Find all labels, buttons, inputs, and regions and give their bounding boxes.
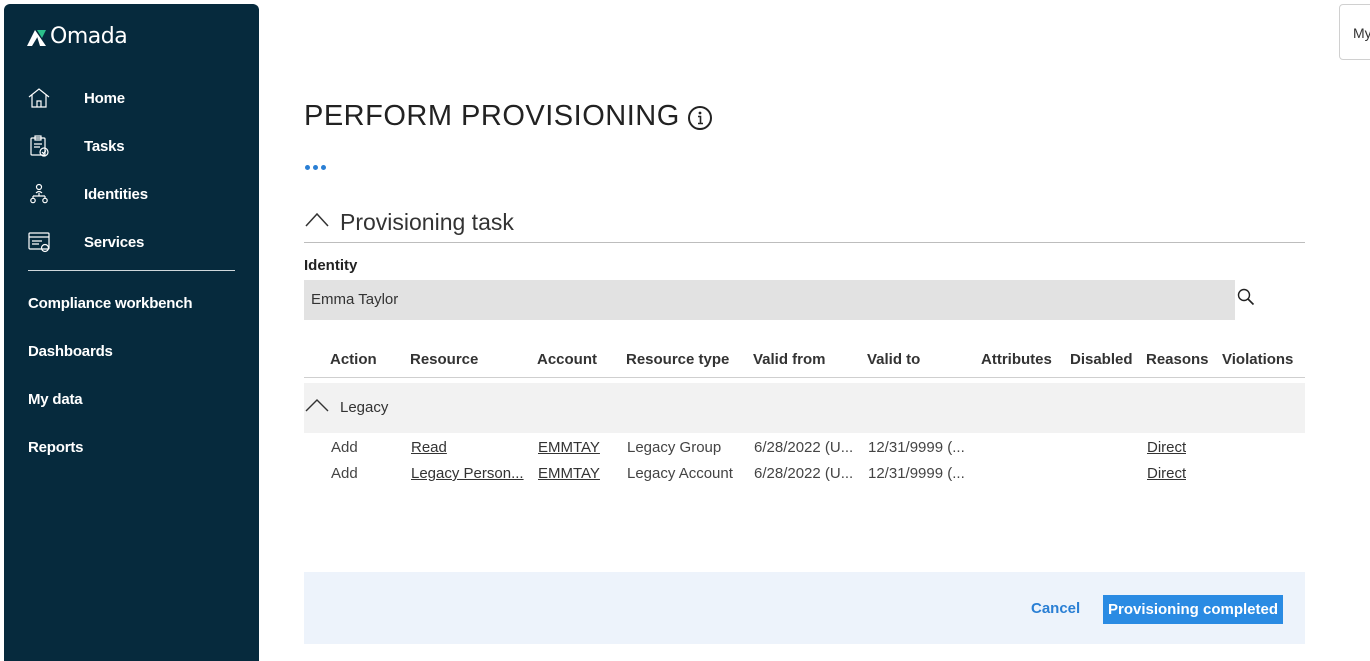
sidebar-item-home[interactable]: Home bbox=[26, 82, 125, 114]
cell-action: Add bbox=[331, 465, 358, 482]
search-icon[interactable] bbox=[1237, 288, 1255, 306]
sidebar-item-tasks[interactable]: Tasks bbox=[26, 130, 125, 162]
page-title: PERFORM PROVISIONING bbox=[304, 100, 680, 132]
resource-link[interactable]: Legacy Person... bbox=[411, 465, 526, 482]
identities-icon bbox=[26, 181, 52, 207]
logo-text: Omada bbox=[50, 24, 128, 49]
column-header-valid-from[interactable]: Valid from bbox=[753, 351, 826, 368]
more-options-icon[interactable] bbox=[305, 160, 331, 174]
cell-resource-type: Legacy Account bbox=[627, 465, 733, 482]
cell-valid-to: 12/31/9999 (... bbox=[868, 439, 965, 456]
cell-valid-to: 12/31/9999 (... bbox=[868, 465, 965, 482]
column-header-violations[interactable]: Violations bbox=[1222, 351, 1293, 368]
cancel-button[interactable]: Cancel bbox=[1031, 600, 1080, 617]
table-header-divider bbox=[304, 377, 1305, 378]
sidebar-item-identities[interactable]: Identities bbox=[26, 178, 148, 210]
cell-valid-from: 6/28/2022 (U... bbox=[754, 465, 854, 482]
tasks-icon bbox=[26, 133, 52, 159]
resource-link[interactable]: Read bbox=[411, 439, 526, 456]
account-link[interactable]: EMMTAY bbox=[538, 465, 600, 482]
section-divider bbox=[304, 242, 1305, 243]
user-menu-button[interactable]: My bbox=[1339, 4, 1370, 60]
column-header-reasons[interactable]: Reasons bbox=[1146, 351, 1209, 368]
sidebar-item-label: Identities bbox=[84, 185, 148, 203]
services-icon bbox=[26, 229, 52, 255]
sidebar-link-my-data[interactable]: My data bbox=[28, 391, 83, 408]
account-link[interactable]: EMMTAY bbox=[538, 439, 600, 456]
cell-resource-type: Legacy Group bbox=[627, 439, 722, 456]
column-header-account[interactable]: Account bbox=[537, 351, 597, 368]
column-header-action[interactable]: Action bbox=[330, 351, 377, 368]
cell-valid-from: 6/28/2022 (U... bbox=[754, 439, 854, 456]
column-header-valid-to[interactable]: Valid to bbox=[867, 351, 920, 368]
identity-field[interactable]: Emma Taylor bbox=[304, 280, 1235, 320]
sidebar-divider bbox=[28, 270, 235, 271]
column-header-attributes[interactable]: Attributes bbox=[981, 351, 1052, 368]
omada-logo-icon bbox=[27, 29, 46, 46]
section-title: Provisioning task bbox=[340, 209, 514, 235]
sidebar: Omada Home Tasks Identities Services Com… bbox=[4, 4, 259, 661]
reason-link[interactable]: Direct bbox=[1147, 465, 1186, 482]
identity-label: Identity bbox=[304, 257, 358, 274]
sidebar-link-compliance-workbench[interactable]: Compliance workbench bbox=[28, 295, 193, 312]
chevron-up-icon[interactable] bbox=[305, 210, 329, 228]
sidebar-item-label: Services bbox=[84, 233, 145, 251]
group-label: Legacy bbox=[340, 399, 389, 416]
column-header-disabled[interactable]: Disabled bbox=[1070, 351, 1133, 368]
omada-logo[interactable]: Omada bbox=[24, 24, 128, 49]
column-header-resource[interactable]: Resource bbox=[410, 351, 478, 368]
group-row-legacy[interactable]: Legacy bbox=[304, 383, 1305, 433]
sidebar-item-label: Home bbox=[84, 89, 125, 107]
column-header-resource-type[interactable]: Resource type bbox=[626, 351, 729, 368]
sidebar-item-label: Tasks bbox=[84, 137, 125, 155]
sidebar-link-reports[interactable]: Reports bbox=[28, 439, 83, 456]
cell-action: Add bbox=[331, 439, 358, 456]
sidebar-item-services[interactable]: Services bbox=[26, 226, 144, 258]
chevron-up-icon[interactable] bbox=[305, 397, 329, 413]
sidebar-link-dashboards[interactable]: Dashboards bbox=[28, 343, 113, 360]
provisioning-completed-button[interactable]: Provisioning completed bbox=[1103, 595, 1283, 624]
info-icon[interactable] bbox=[687, 105, 713, 131]
reason-link[interactable]: Direct bbox=[1147, 439, 1186, 456]
home-icon bbox=[26, 85, 52, 111]
